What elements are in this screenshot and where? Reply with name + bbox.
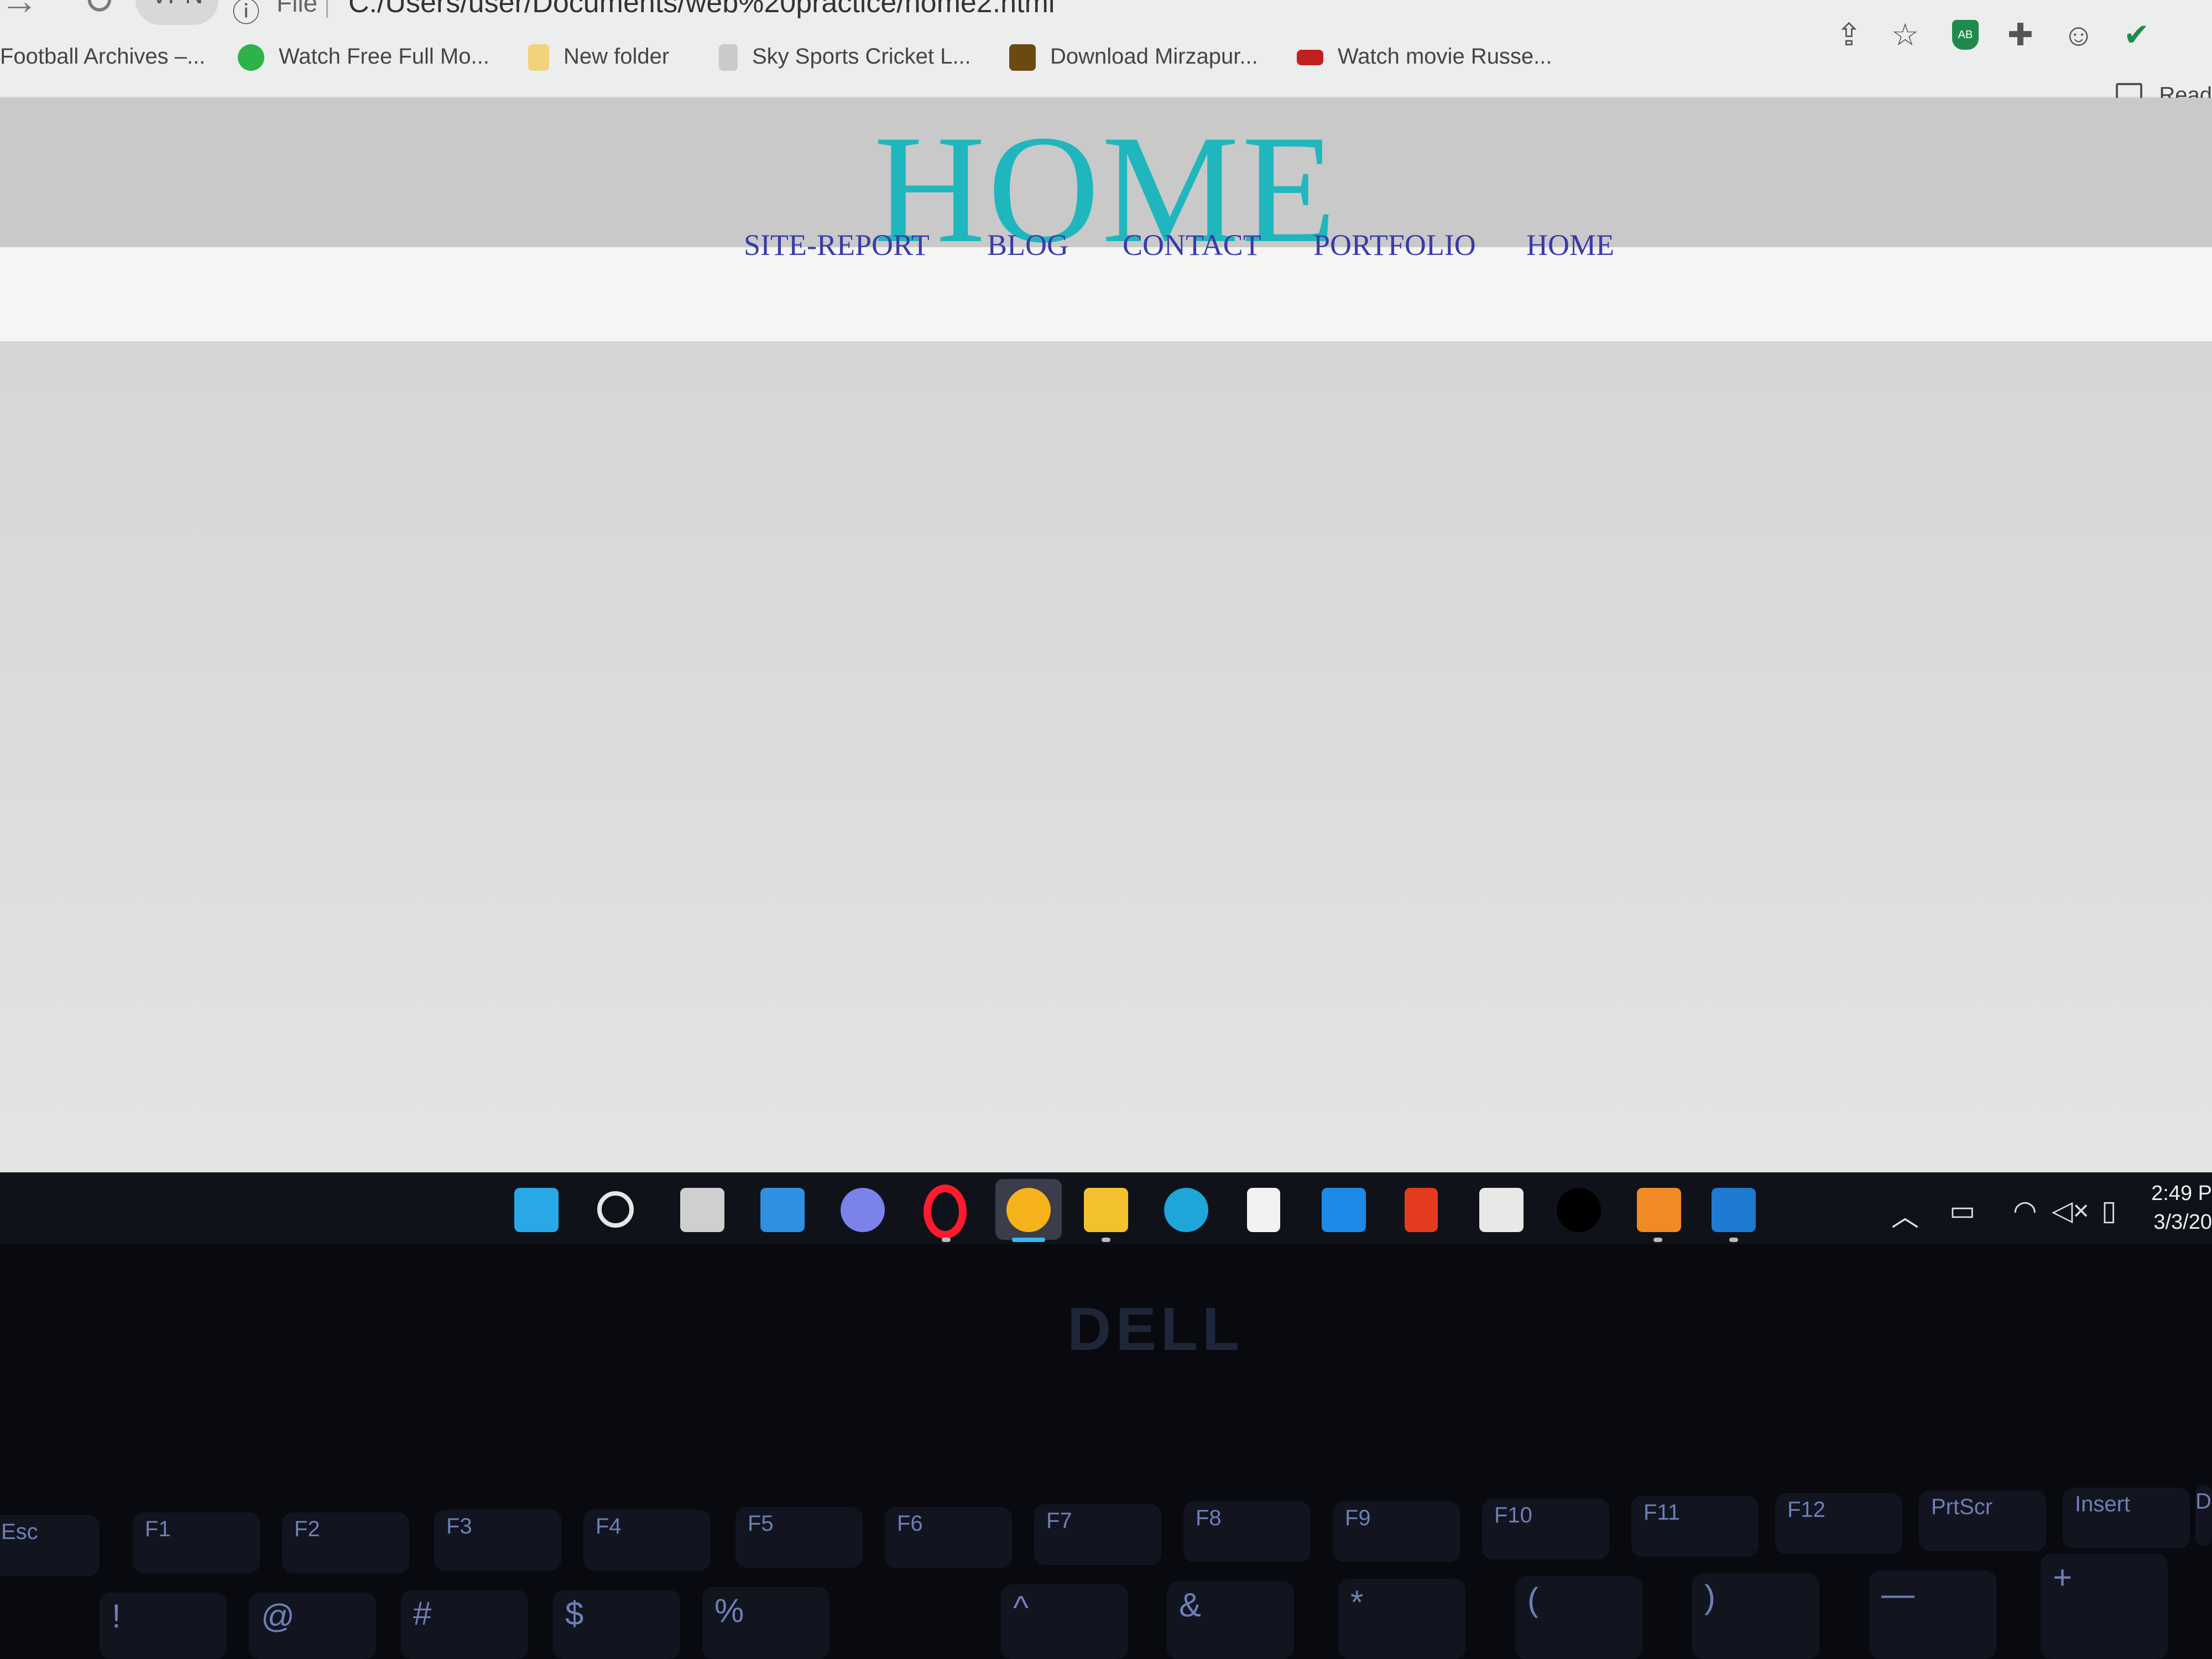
dell-logo: DELL xyxy=(1067,1295,1244,1363)
bookmark-label: Download Mirzapur... xyxy=(1050,44,1258,69)
sky-sports-icon xyxy=(719,44,738,71)
office-icon[interactable] xyxy=(1405,1188,1438,1232)
nav-link-site-report[interactable]: SITE-REPORT xyxy=(744,228,930,262)
key-delete: De xyxy=(2195,1485,2212,1546)
key-f1: F1 xyxy=(133,1512,260,1573)
nav-link-home[interactable]: HOME xyxy=(1526,228,1614,262)
bookmark-label: Football Archives –... xyxy=(0,44,206,69)
running-indicator xyxy=(1729,1238,1738,1242)
lm-icon xyxy=(1297,50,1323,66)
vpn-button[interactable]: VPN xyxy=(135,0,218,25)
bookmark-item[interactable]: Football Archives –... xyxy=(0,44,205,69)
key-percent: % xyxy=(702,1587,830,1659)
show-hidden-icons-chevron-icon[interactable]: ︿ xyxy=(1891,1194,1919,1234)
edge-icon[interactable] xyxy=(1164,1188,1208,1232)
mail-icon[interactable] xyxy=(1322,1188,1366,1232)
site-info-icon[interactable]: ⓘ xyxy=(232,0,260,30)
task-view-icon[interactable] xyxy=(680,1188,724,1232)
bookmark-label: Watch Free Full Mo... xyxy=(279,44,489,69)
battery-icon[interactable]: ▯ xyxy=(2101,1194,2117,1227)
teams-chat-icon[interactable] xyxy=(841,1188,885,1232)
bookmark-item[interactable]: Download Mirzapur... xyxy=(1009,44,1258,71)
search-icon[interactable] xyxy=(597,1191,634,1228)
bookmark-label: Watch movie Russe... xyxy=(1338,44,1552,69)
key-dollar: $ xyxy=(553,1590,680,1659)
key-f11: F11 xyxy=(1631,1496,1759,1557)
nav-link-contact[interactable]: CONTACT xyxy=(1123,228,1261,262)
vpn-status-icon[interactable]: ✔ xyxy=(2124,17,2150,53)
key-exclamation: ! xyxy=(100,1593,227,1659)
mirzapur-icon xyxy=(1009,44,1036,71)
key-plus: + xyxy=(2041,1554,2168,1659)
forward-icon[interactable]: → xyxy=(0,0,39,22)
web-page: HOME SITE-REPORT BLOG CONTACT PORTFOLIO … xyxy=(0,98,2212,1172)
page-header: HOME xyxy=(0,98,2212,267)
key-f2: F2 xyxy=(282,1512,409,1573)
clock-time: 2:49 P xyxy=(2151,1182,2212,1205)
photos-icon[interactable] xyxy=(1712,1188,1756,1232)
key-asterisk: * xyxy=(1338,1579,1465,1659)
bookmark-label: New folder xyxy=(564,44,670,69)
clock-date: 3/3/20 xyxy=(2153,1211,2212,1234)
key-f6: F6 xyxy=(885,1507,1012,1568)
key-insert: Insert xyxy=(2063,1488,2190,1548)
opera-icon[interactable] xyxy=(924,1185,967,1239)
bookmark-item[interactable]: Watch Free Full Mo... xyxy=(238,44,489,71)
reload-icon[interactable]: ↻ xyxy=(82,0,115,22)
green-film-icon xyxy=(238,44,264,71)
key-f8: F8 xyxy=(1183,1501,1311,1562)
tiktok-icon[interactable] xyxy=(1557,1188,1601,1232)
key-prtscr: PrtScr xyxy=(1919,1490,2046,1551)
key-paren-close: ) xyxy=(1692,1573,1819,1659)
widgets-icon[interactable] xyxy=(760,1188,805,1232)
key-f9: F9 xyxy=(1333,1501,1460,1562)
system-clock[interactable]: 2:49 P 3/3/20 xyxy=(2146,1179,2212,1237)
volume-muted-icon[interactable]: ◁× xyxy=(2052,1194,2089,1227)
bookmarks-bar: Football Archives –... Watch Free Full M… xyxy=(0,44,2101,88)
key-f12: F12 xyxy=(1775,1493,1902,1554)
store-icon[interactable] xyxy=(1479,1188,1524,1232)
nav-link-blog[interactable]: BLOG xyxy=(987,228,1068,262)
bookmark-label: Sky Sports Cricket L... xyxy=(752,44,971,69)
key-f5: F5 xyxy=(735,1507,863,1568)
wifi-icon[interactable]: ◠ xyxy=(2013,1194,2037,1227)
url-separator xyxy=(326,0,328,18)
taskbar: ︿ ▭ ◠ ◁× ▯ 2:49 P 3/3/20 xyxy=(0,1172,2212,1244)
key-hash: # xyxy=(401,1590,528,1659)
bookmark-item[interactable]: Sky Sports Cricket L... xyxy=(719,44,971,71)
folder-icon xyxy=(528,44,549,71)
bookmark-item[interactable]: Watch movie Russe... xyxy=(1297,44,1552,69)
key-at: @ xyxy=(249,1593,376,1659)
browser-toolbar: → ↻ VPN ⓘ File C:/Users/user/Documents/w… xyxy=(0,0,2212,110)
key-f10: F10 xyxy=(1482,1499,1609,1559)
sublime-text-icon[interactable] xyxy=(1637,1188,1681,1232)
key-paren-open: ( xyxy=(1515,1576,1642,1659)
running-indicator xyxy=(1653,1238,1662,1242)
key-caret: ^ xyxy=(1001,1584,1128,1659)
page-title: HOME xyxy=(873,103,1339,275)
address-bar[interactable]: C:/Users/user/Documents/web%20practice/h… xyxy=(348,0,1055,19)
nav-link-portfolio[interactable]: PORTFOLIO xyxy=(1313,228,1476,262)
touch-keyboard-icon[interactable]: ▭ xyxy=(1949,1194,1975,1227)
nav-buttons: → ↻ xyxy=(0,0,148,23)
bookmark-item[interactable]: New folder xyxy=(528,44,669,71)
key-esc: Esc xyxy=(0,1515,100,1576)
browser-active-icon[interactable] xyxy=(1006,1188,1051,1232)
page-body xyxy=(0,341,2212,1172)
file-explorer-icon[interactable] xyxy=(1084,1188,1128,1232)
notepad-icon[interactable] xyxy=(1247,1188,1280,1232)
active-indicator xyxy=(1012,1238,1045,1242)
running-indicator xyxy=(942,1238,951,1242)
url-scheme: File xyxy=(276,0,318,17)
key-f7: F7 xyxy=(1034,1504,1161,1565)
key-ampersand: & xyxy=(1167,1582,1294,1659)
key-f4: F4 xyxy=(583,1510,711,1571)
key-f3: F3 xyxy=(434,1510,561,1571)
key-minus: — xyxy=(1869,1571,1996,1659)
site-navbar xyxy=(0,247,2212,341)
running-indicator xyxy=(1102,1238,1110,1242)
start-icon[interactable] xyxy=(514,1188,559,1232)
